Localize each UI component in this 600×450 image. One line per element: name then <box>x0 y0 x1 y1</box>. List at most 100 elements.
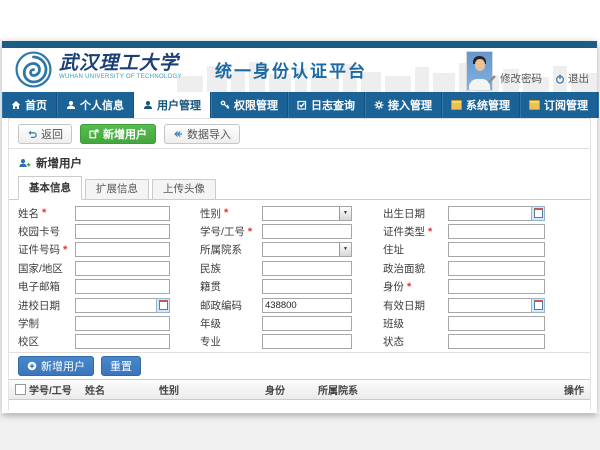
reset-button[interactable]: 重置 <box>101 356 141 376</box>
header-links: 修改密码 退出 <box>487 71 589 86</box>
field-label: 校区 <box>18 334 39 349</box>
calendar-icon[interactable] <box>531 298 545 313</box>
nav-label: 日志查询 <box>311 97 355 113</box>
back-button[interactable]: 返回 <box>18 124 72 144</box>
header: 武汉理工大学 WUHAN UNIVERSITY OF TECHNOLOGY 统一… <box>2 48 597 92</box>
address-input[interactable] <box>448 242 545 257</box>
department-select[interactable]: ▼ <box>262 242 352 257</box>
submit-add-user-button[interactable]: 新增用户 <box>18 356 94 376</box>
form-actions: 新增用户 重置 <box>9 353 590 379</box>
enrollment-date-input[interactable] <box>75 298 170 313</box>
name-input[interactable] <box>75 206 170 221</box>
field-native-place: 籍贯* <box>200 278 352 296</box>
nav-item-system-management[interactable]: 系统管理 <box>442 92 520 118</box>
field-id-number: 证件号码* <box>18 241 170 259</box>
nav-label: 首页 <box>25 97 47 113</box>
tab-extended-info[interactable]: 扩展信息 <box>85 179 149 199</box>
field-email: 电子邮箱* <box>18 278 170 296</box>
major-input[interactable] <box>262 334 352 349</box>
calendar-icon[interactable] <box>531 206 545 221</box>
nav-filler <box>598 92 599 118</box>
postal-code-input[interactable]: 438800 <box>262 298 352 313</box>
valid-date-input[interactable] <box>448 298 545 313</box>
nav-item-home[interactable]: 首页 <box>2 92 57 118</box>
ethnicity-input[interactable] <box>262 261 352 276</box>
class-input[interactable] <box>448 316 545 331</box>
tab-basic-info[interactable]: 基本信息 <box>18 176 82 200</box>
field-identity: 身份* <box>383 278 545 296</box>
import-arrow-icon <box>173 129 183 139</box>
user-icon <box>143 100 153 110</box>
native-place-input[interactable] <box>262 279 352 294</box>
political-status-input[interactable] <box>448 261 545 276</box>
nav-item-log-query[interactable]: 日志查询 <box>288 92 365 118</box>
add-user-icon <box>19 158 31 168</box>
field-ethnicity: 民族* <box>200 259 352 277</box>
platform-title: 统一身份认证平台 <box>215 57 367 82</box>
column-header-gender: 性别 <box>159 382 265 397</box>
data-import-button[interactable]: 数据导入 <box>164 124 240 144</box>
university-logo-icon <box>15 51 52 88</box>
id-type-input[interactable] <box>448 224 545 239</box>
grade-input[interactable] <box>262 316 352 331</box>
field-status: 状态* <box>383 333 545 351</box>
country-region-input[interactable] <box>75 261 170 276</box>
id-number-input[interactable] <box>75 242 170 257</box>
gender-select[interactable]: ▼ <box>262 206 352 221</box>
calendar-icon[interactable] <box>156 298 170 313</box>
change-password-link[interactable]: 修改密码 <box>487 71 542 86</box>
field-label: 国家/地区 <box>18 261 63 276</box>
field-label: 姓名 <box>18 206 39 221</box>
field-address: 住址* <box>383 241 545 259</box>
logout-link[interactable]: 退出 <box>555 71 589 86</box>
field-label: 学号/工号 <box>200 224 245 239</box>
identity-input[interactable] <box>448 279 545 294</box>
campus-input[interactable] <box>75 334 170 349</box>
email-input[interactable] <box>75 279 170 294</box>
column-header-department: 所属院系 <box>318 382 564 397</box>
field-label: 证件类型 <box>383 224 425 239</box>
nav-item-subscription-management[interactable]: 订阅管理 <box>520 92 598 118</box>
field-label: 电子邮箱 <box>18 279 60 294</box>
nav-item-access-management[interactable]: 接入管理 <box>365 92 442 118</box>
column-header-name: 姓名 <box>85 382 159 397</box>
student-staff-no-input[interactable] <box>262 224 352 239</box>
chevron-down-icon[interactable]: ▼ <box>339 243 351 256</box>
tab-upload-avatar[interactable]: 上传头像 <box>152 179 216 199</box>
new-page-icon <box>89 129 99 139</box>
tab-strip: 基本信息 扩展信息 上传头像 <box>9 176 590 200</box>
field-label: 学制 <box>18 316 39 331</box>
content-panel: 返回 新增用户 数据导入 新增用户 基本信息 <box>8 118 591 410</box>
form-row: 证件号码* 所属院系* ▼ 住址* <box>18 241 590 259</box>
add-user-toolbar-button[interactable]: 新增用户 <box>80 124 156 144</box>
column-header-identity: 身份 <box>265 382 318 397</box>
field-label: 住址 <box>383 242 404 257</box>
required-asterisk: * <box>224 207 228 219</box>
key-icon <box>220 100 230 110</box>
user-table-header: 学号/工号 姓名 性别 身份 所属院系 操作 <box>9 379 590 400</box>
field-label: 政治面貌 <box>383 261 425 276</box>
chevron-down-icon[interactable]: ▼ <box>339 207 351 220</box>
field-education-length: 学制* <box>18 314 170 332</box>
education-length-input[interactable] <box>75 316 170 331</box>
nav-item-user-management[interactable]: 用户管理 <box>134 92 211 118</box>
field-label: 出生日期 <box>383 206 425 221</box>
field-birth-date: 出生日期* <box>383 204 545 222</box>
nav-item-permission-management[interactable]: 权限管理 <box>211 92 288 118</box>
gear-icon <box>374 100 384 110</box>
university-name-block: 武汉理工大学 WUHAN UNIVERSITY OF TECHNOLOGY <box>59 53 182 80</box>
home-icon <box>11 100 21 110</box>
field-political-status: 政治面貌* <box>383 259 545 277</box>
required-asterisk: * <box>428 226 432 238</box>
nav-item-personal-info[interactable]: 个人信息 <box>57 92 134 118</box>
status-input[interactable] <box>448 334 545 349</box>
main-nav: 首页 个人信息 用户管理 权限管理 日志查询 接入管理 <box>2 92 597 118</box>
field-label: 年级 <box>200 316 221 331</box>
required-asterisk: * <box>248 226 252 238</box>
nav-label: 系统管理 <box>466 97 510 113</box>
campus-card-no-input[interactable] <box>75 224 170 239</box>
select-all-checkbox[interactable] <box>15 384 26 395</box>
nav-label: 权限管理 <box>234 97 278 113</box>
birth-date-input[interactable] <box>448 206 545 221</box>
field-postal-code: 邮政编码* 438800 <box>200 296 352 314</box>
